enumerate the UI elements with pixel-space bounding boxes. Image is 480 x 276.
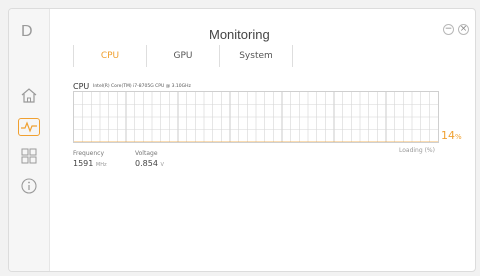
frequency-number: 1591 bbox=[73, 159, 94, 168]
pulse-chart-icon[interactable] bbox=[18, 118, 40, 136]
tab-cpu[interactable]: CPU bbox=[73, 45, 147, 67]
cpu-load-unit: % bbox=[455, 133, 462, 141]
app-window: D Monitoring − × CPU GPU System CPU Inte… bbox=[8, 8, 476, 272]
grid-icon[interactable] bbox=[19, 147, 39, 165]
page-title: Monitoring bbox=[209, 27, 270, 42]
info-icon[interactable] bbox=[19, 177, 39, 195]
sidebar: D bbox=[9, 9, 50, 271]
home-icon[interactable] bbox=[19, 87, 39, 105]
cpu-current-load: 14% bbox=[441, 129, 462, 142]
window-controls: − × bbox=[443, 24, 469, 35]
cpu-load-graph bbox=[73, 91, 439, 143]
frequency-label: Frequency bbox=[73, 150, 104, 157]
voltage-label: Voltage bbox=[135, 150, 158, 157]
app-logo: D bbox=[21, 23, 33, 40]
voltage-number: 0.854 bbox=[135, 159, 158, 168]
cpu-section-label: CPU bbox=[73, 82, 90, 91]
voltage-value: 0.854 V bbox=[135, 159, 164, 168]
minimize-button[interactable]: − bbox=[443, 24, 454, 35]
tab-system[interactable]: System bbox=[220, 45, 293, 67]
loading-legend: Loading (%) bbox=[399, 147, 435, 154]
graph-grid bbox=[74, 92, 438, 142]
voltage-unit: V bbox=[160, 162, 164, 168]
frequency-value: 1591 MHz bbox=[73, 159, 107, 168]
frequency-unit: MHz bbox=[95, 162, 107, 168]
cpu-model-name: Intel(R) Core(TM) i7-8705G CPU @ 3.10GHz bbox=[93, 84, 191, 89]
close-button[interactable]: × bbox=[458, 24, 469, 35]
tab-bar: CPU GPU System bbox=[73, 45, 293, 67]
tab-gpu[interactable]: GPU bbox=[147, 45, 220, 67]
cpu-load-value: 14 bbox=[441, 129, 455, 142]
